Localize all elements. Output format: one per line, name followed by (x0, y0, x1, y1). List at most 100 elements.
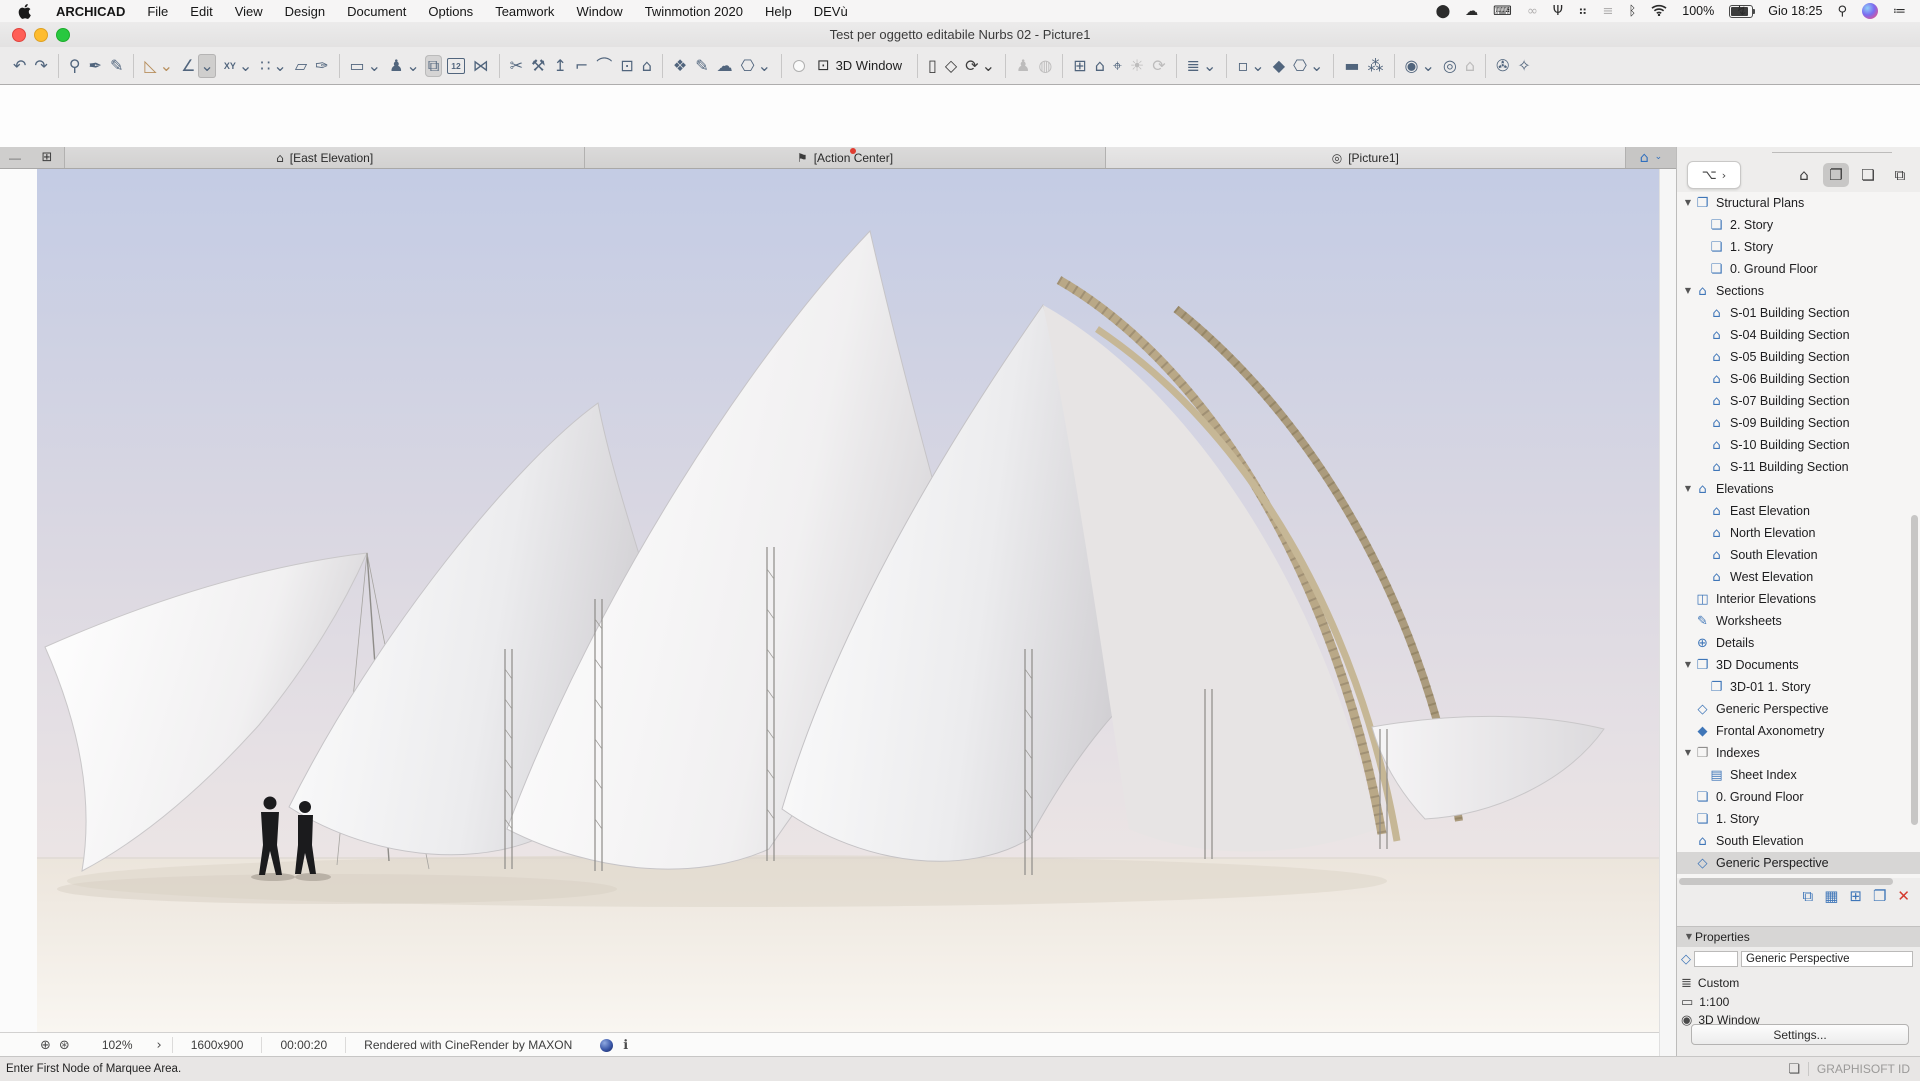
coordinates-dropdown-chevron[interactable]: ⌄ (239, 58, 252, 74)
render-viewport[interactable] (37, 169, 1659, 1032)
tree-item-frontal-axonometry[interactable]: ◆Frontal Axonometry (1677, 720, 1920, 742)
link-folder-button[interactable]: ❐ (1873, 889, 1886, 904)
tree-item-1-story[interactable]: ❏1. Story (1677, 808, 1920, 830)
tree-item-s-05-building-section[interactable]: ⌂S-05 Building Section (1677, 346, 1920, 368)
minimize-window-button[interactable] (34, 28, 48, 42)
view-chooser-button[interactable]: ⌂ ⌄ (1626, 147, 1676, 168)
notification-balloon-icon[interactable]: ⬤ (1436, 5, 1451, 18)
toolbar-split-button[interactable]: ✂ (507, 55, 526, 77)
toolbar-parallel-projection-button[interactable]: ▯ (925, 55, 940, 77)
tree-item-sheet-index[interactable]: ▤Sheet Index (1677, 764, 1920, 786)
tree-item-3d-01-1-story[interactable]: ❐3D-01 1. Story (1677, 676, 1920, 698)
toolbar-modify-button[interactable]: ✎ (692, 55, 711, 77)
eq-bars-icon[interactable]: ≡ (1603, 5, 1614, 18)
tree-item-s-09-building-section[interactable]: ⌂S-09 Building Section (1677, 412, 1920, 434)
toolbar-perspective-projection-button[interactable]: ◇ (942, 55, 960, 77)
siri-icon[interactable] (1862, 3, 1878, 19)
view-map-button[interactable]: ❐ (1823, 163, 1849, 187)
menu-item-document[interactable]: Document (336, 0, 417, 22)
info-icon[interactable]: ℹ (623, 1039, 628, 1052)
menu-item-twinmotion-2020[interactable]: Twinmotion 2020 (634, 0, 754, 22)
zoom-in-button[interactable]: ⊕ (40, 1039, 51, 1052)
toolbar-cutting-planes-button[interactable]: ⌂ (1092, 55, 1108, 77)
tree-horizontal-scrollbar[interactable] (1679, 878, 1893, 885)
snapshot-camera-dropdown-chevron[interactable]: ⌄ (1421, 58, 1434, 74)
add-image-button[interactable]: ▦ (1824, 889, 1838, 904)
expander-triangle-icon[interactable]: ▼ (1682, 661, 1694, 669)
zoom-menu-chevron[interactable]: › (157, 1039, 162, 1052)
project-map-button[interactable]: ⌂ (1791, 163, 1817, 187)
toolbar-filter-elements-button[interactable]: ⊞ (1070, 55, 1089, 77)
tree-item-0-ground-floor[interactable]: ❏0. Ground Floor (1677, 258, 1920, 280)
cloud-sync-icon[interactable]: ☁ (1465, 5, 1478, 18)
toolbar-transfer-settings-button[interactable]: ⧉ (425, 55, 442, 77)
tab-overview-button[interactable]: ⊞ (30, 147, 65, 168)
toolbar-snap-guides-button[interactable]: ∠⌄ (178, 51, 219, 81)
tree-item-indexes[interactable]: ▼❐Indexes (1677, 742, 1920, 764)
view-name-field[interactable]: Generic Perspective (1741, 951, 1913, 967)
close-window-button[interactable] (12, 28, 26, 42)
guide-method-dropdown-chevron[interactable]: ⌄ (160, 58, 173, 74)
toolbar-magic-fix-button[interactable]: ✧ (1514, 55, 1533, 77)
toolbar-magic-wand-button[interactable]: ✑ (312, 55, 331, 77)
menu-item-design[interactable]: Design (274, 0, 336, 22)
tree-item-2-story[interactable]: ❏2. Story (1677, 214, 1920, 236)
app-grid-icon[interactable]: ⠶ (1578, 5, 1588, 18)
tree-item-0-ground-floor[interactable]: ❏0. Ground Floor (1677, 786, 1920, 808)
menu-item-dev-[interactable]: DEVù (803, 0, 859, 22)
toolbar-dimensions-button[interactable]: 12 (444, 55, 467, 77)
toolbar-render-settings-button[interactable]: ⎔⌄ (1290, 55, 1326, 77)
graphisoft-id-area[interactable]: ❏ GRAPHISOFT ID (1788, 1062, 1910, 1076)
toolbar-snap-points-button[interactable]: ∷⌄ (257, 55, 290, 77)
select-elements-dropdown-chevron[interactable]: ⌄ (406, 58, 419, 74)
toolbar-find-select-button[interactable]: ⚲ (66, 55, 84, 77)
menu-item-teamwork[interactable]: Teamwork (484, 0, 565, 22)
toolbar-redo-button[interactable]: ↷ (31, 55, 50, 77)
menu-item-options[interactable]: Options (417, 0, 484, 22)
tree-item-structural-plans[interactable]: ▼❐Structural Plans (1677, 192, 1920, 214)
collapse-tab-bar-button[interactable]: — (0, 147, 30, 168)
toolbar-inject-parameters-button[interactable]: ✎ (107, 55, 126, 77)
tree-item-generic-perspective[interactable]: ◇Generic Perspective (1677, 698, 1920, 720)
menu-item-window[interactable]: Window (565, 0, 633, 22)
toolbar-surface-painter-button[interactable]: ▬ (1341, 55, 1362, 77)
toolbar-select-elements-button[interactable]: ♟⌄ (386, 55, 423, 77)
tree-item-interior-elevations[interactable]: ◫Interior Elevations (1677, 588, 1920, 610)
toolbar-coordinates-button[interactable]: XY⌄ (221, 55, 255, 77)
view-id-field[interactable] (1694, 951, 1738, 967)
toolbar-orbit-button[interactable]: ⟳⌄ (962, 55, 998, 77)
tree-item-s-06-building-section[interactable]: ⌂S-06 Building Section (1677, 368, 1920, 390)
tab-action-center[interactable]: ⚑[Action Center] (585, 147, 1105, 168)
spotlight-icon[interactable]: ⚲ (1837, 5, 1847, 18)
tree-item-elevations[interactable]: ▼⌂Elevations (1677, 478, 1920, 500)
toolbar-group-elements-button[interactable]: ❖ (670, 55, 690, 77)
menu-item-archicad[interactable]: ARCHICAD (45, 0, 136, 22)
expander-triangle-icon[interactable]: ▼ (1682, 749, 1694, 757)
apple-menu-icon[interactable] (0, 4, 45, 19)
tree-item-south-elevation[interactable]: ⌂South Elevation (1677, 830, 1920, 852)
toolbar-roof-tool-button[interactable]: ⌂ (639, 55, 655, 77)
tree-vertical-scrollbar[interactable] (1911, 515, 1918, 825)
orbit-dropdown-chevron[interactable]: ⌄ (982, 58, 995, 74)
tree-item-generic-perspective[interactable]: ◇Generic Perspective (1677, 852, 1920, 874)
expander-triangle-icon[interactable]: ▼ (1682, 199, 1694, 207)
tree-item-north-elevation[interactable]: ⌂North Elevation (1677, 522, 1920, 544)
toolbar-distort-button[interactable]: ⋈ (470, 55, 492, 77)
snap-points-dropdown-chevron[interactable]: ⌄ (273, 58, 286, 74)
toolbar-graphic-overrides-button[interactable]: ◆ (1270, 55, 1288, 77)
battery-percent[interactable]: 100% (1682, 4, 1714, 18)
airport-antenna-icon[interactable]: Ψ (1553, 5, 1563, 18)
layout-book-button[interactable]: ❏ (1855, 163, 1881, 187)
wifi-icon[interactable] (1651, 4, 1667, 19)
toolbar-adjust-button[interactable]: ↥ (550, 55, 569, 77)
menu-item-file[interactable]: File (136, 0, 179, 22)
clock[interactable]: Gio 18:25 (1768, 4, 1822, 18)
tab-picture1[interactable]: ◎[Picture1] (1106, 147, 1626, 168)
toolbar-trim-button[interactable]: ⚒ (528, 55, 548, 77)
properties-header[interactable]: ▼ Properties (1677, 926, 1920, 947)
fit-in-window-button[interactable]: ⊛ (59, 1039, 70, 1052)
new-folder-button[interactable]: ⊞ (1849, 889, 1862, 904)
tab-east-elevation[interactable]: ⌂[East Elevation] (65, 147, 585, 168)
bluetooth-icon[interactable]: ᛒ (1628, 5, 1636, 18)
toolbar-slider-handle[interactable] (793, 60, 805, 72)
